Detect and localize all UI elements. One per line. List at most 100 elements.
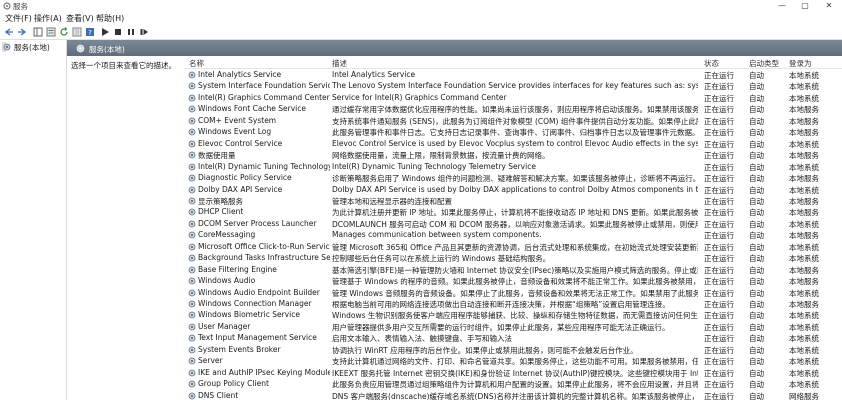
service-name: Text Input Management Service [198, 333, 317, 343]
service-startup-type: 自动 [749, 334, 764, 344]
service-description: 协调执行 WinRT 应用程序的后台作业。如果停止或禁用此服务，则可能不会触发后… [332, 345, 638, 355]
service-status: 正在运行 [704, 242, 734, 252]
table-row[interactable]: Intel(R) Dynamic Tuning Technology Tele.… [185, 161, 842, 172]
service-log-on-as: 本地服务 [789, 265, 819, 275]
help-icon[interactable]: ? [85, 27, 95, 37]
service-description: 管理本地和远程显示器的连接和配置 [332, 196, 452, 206]
column-header-name[interactable]: 名称 [189, 58, 204, 69]
tree-item-label: 服务(本地) [14, 43, 50, 52]
restart-service-icon[interactable] [139, 27, 149, 37]
export-list-icon[interactable] [72, 27, 82, 37]
table-row[interactable]: DCOM Server Process Launcher DCOMLAUNCH 服… [185, 218, 842, 229]
table-row[interactable]: Windows Audio 管理基于 Windows 的程序的音频。如果此服务被停… [185, 275, 842, 286]
service-startup-type: 自动 [749, 105, 764, 115]
service-name: System Interface Foundation Service [198, 81, 330, 91]
forward-icon[interactable] [17, 27, 27, 37]
column-header-log-on-as[interactable]: 登录为 [789, 58, 812, 69]
service-status: 正在运行 [704, 300, 734, 309]
service-startup-type: 自动 [749, 93, 764, 103]
table-row[interactable]: Elevoc Control Service Elevoc Control Ser… [185, 138, 842, 149]
table-row[interactable]: Dolby DAX API Service Dolby DAX API Servi… [185, 184, 842, 195]
tree-item-services-local[interactable]: 服务(本地) [2, 42, 50, 52]
menu-view[interactable]: 查看(V) [66, 13, 94, 24]
gear-icon [188, 243, 196, 251]
column-header-status[interactable]: 状态 [704, 58, 719, 69]
service-startup-type: 自动 [749, 128, 764, 138]
service-status: 正在运行 [704, 162, 734, 172]
table-row[interactable]: Windows Event Log 此服务管理事件和事件日志。它支持日志记录事件、… [185, 126, 842, 137]
service-log-on-as: 本地系统 [789, 357, 819, 367]
table-row[interactable]: DNS Client DNS 客户端服务(dnscache)缓存域名系统(DNS)… [185, 390, 842, 400]
service-status: 正在运行 [704, 380, 734, 390]
column-header-startup-type[interactable]: 启动类型 [749, 58, 779, 69]
service-name: Base Filtering Engine [198, 264, 277, 274]
service-startup-type: 自动 [749, 345, 764, 355]
table-row[interactable]: 数据使用量 网络数据使用量，流量上限，限制背景数据，按流量计费的网络。 正在运行 自动… [185, 149, 842, 160]
service-log-on-as: 本地系统 [789, 254, 819, 264]
service-name: Intel(R) Dynamic Tuning Technology Tele.… [198, 161, 330, 171]
description-pane: 选择一个项目来查看它的描述。 [67, 57, 185, 400]
refresh-icon[interactable] [59, 27, 69, 37]
table-row[interactable]: Text Input Management Service 启用文本输入、表情输入… [185, 332, 842, 343]
window-title: 服务 [13, 2, 28, 11]
gear-icon [188, 231, 196, 239]
table-row[interactable]: Background Tasks Infrastructure Service控… [185, 252, 842, 263]
service-log-on-as: 本地系统 [789, 71, 819, 80]
service-description: Intel(R) Dynamic Tuning Technology Telem… [332, 161, 536, 171]
back-icon[interactable] [4, 27, 14, 37]
menu-file[interactable]: 文件(F) [5, 13, 32, 24]
service-name: Intel(R) Graphics Command Center Service [198, 92, 330, 102]
table-row[interactable]: COM+ Event System 支持系统事件通知服务 (SENS)，此服务为订… [185, 115, 842, 126]
service-name: DNS Client [198, 390, 239, 400]
maximize-button[interactable]: ▢ [793, 0, 817, 12]
service-status: 正在运行 [704, 288, 734, 298]
minimize-button[interactable]: — [770, 0, 794, 12]
description-prompt: 选择一个项目来查看它的描述。 [71, 61, 176, 70]
service-log-on-as: 本地系统 [789, 311, 819, 321]
service-description: Windows 生物识别服务使客户端应用程序能够捕获、比较、操纵和存储生物特征数… [332, 311, 698, 321]
table-row[interactable]: Intel Analytics Service Intel Analytics S… [185, 69, 842, 80]
service-status: 正在运行 [704, 105, 734, 115]
gear-icon [188, 186, 196, 193]
table-row[interactable]: Windows Font Cache Service 通过缓存常用字体数据优化应用… [185, 103, 842, 114]
table-row[interactable]: IKE and AuthIP IPsec Keying Modules IKEEX… [185, 367, 842, 378]
close-button[interactable]: ✕ [817, 0, 841, 12]
console-tree-icon[interactable] [33, 27, 43, 37]
table-row[interactable]: Server 支持此计算机通过网络的文件、打印、和命名管道共享。如果服务停止，这些… [185, 355, 842, 366]
start-service-icon[interactable] [100, 27, 110, 37]
service-startup-type: 自动 [749, 196, 764, 206]
gear-icon [188, 346, 196, 354]
service-name: Diagnostic Policy Service [198, 173, 292, 183]
table-row[interactable]: User Manager 用户管理器提供多用户交互所需要的运行时组件。如果停止此服… [185, 321, 842, 332]
pause-service-icon[interactable] [126, 27, 136, 37]
table-row[interactable]: Windows Connection Manager 根据电脑当前可用的网络连接选… [185, 298, 842, 309]
service-status: 正在运行 [704, 128, 734, 138]
gear-icon [188, 289, 196, 296]
table-row[interactable]: Base Filtering Engine 基本筛选引擎(BFE)是一种管理防火墙… [185, 264, 842, 275]
table-row[interactable]: Diagnostic Policy Service 诊断策略服务启用了 Windo… [185, 172, 842, 183]
table-row[interactable]: System Interface Foundation Service The L… [185, 80, 842, 91]
gear-icon [188, 128, 196, 136]
gear-icon [188, 254, 196, 262]
service-status: 正在运行 [704, 151, 734, 161]
service-description: 管理 Windows 音频服务的音频设备。如果停止了此服务，音频设备和效果将无法… [332, 288, 698, 298]
table-row[interactable]: CoreMessaging Manages communication betwe… [185, 229, 842, 240]
column-header-description[interactable]: 描述 [332, 58, 347, 69]
table-row[interactable]: Windows Biometric Service Windows 生物识别服务使… [185, 309, 842, 320]
table-row[interactable]: Group Policy Client 此服务负责应用管理员通过组策略组件为计算机… [185, 378, 842, 389]
table-row[interactable]: Microsoft Office Click-to-Run Service 管理 … [185, 241, 842, 252]
menu-action[interactable]: 操作(A) [34, 13, 62, 24]
stop-service-icon[interactable] [113, 27, 123, 37]
table-row[interactable]: Intel(R) Graphics Command Center Service… [185, 92, 842, 103]
gear-icon [3, 43, 11, 51]
services-app-icon [3, 2, 11, 10]
service-log-on-as: 本地系统 [789, 242, 819, 252]
table-row[interactable]: 显示策略服务 管理本地和远程显示器的连接和配置 正在运行 自动 本地服务 [185, 195, 842, 206]
table-row[interactable]: System Events Broker 协调执行 WinRT 应用程序的后台作业… [185, 344, 842, 355]
service-description: 基本筛选引擎(BFE)是一种管理防火墙和 Internet 协议安全(IPsec… [332, 265, 698, 275]
menu-help[interactable]: 帮助(H) [96, 13, 124, 24]
table-row[interactable]: DHCP Client 为此计算机注册并更新 IP 地址。如果此服务停止，计算机将… [185, 206, 842, 217]
properties-icon[interactable] [46, 27, 56, 37]
service-description: Dolby DAX API Service is used by Dolby D… [332, 184, 698, 194]
table-row[interactable]: Windows Audio Endpoint Builder 管理 Windows… [185, 287, 842, 298]
